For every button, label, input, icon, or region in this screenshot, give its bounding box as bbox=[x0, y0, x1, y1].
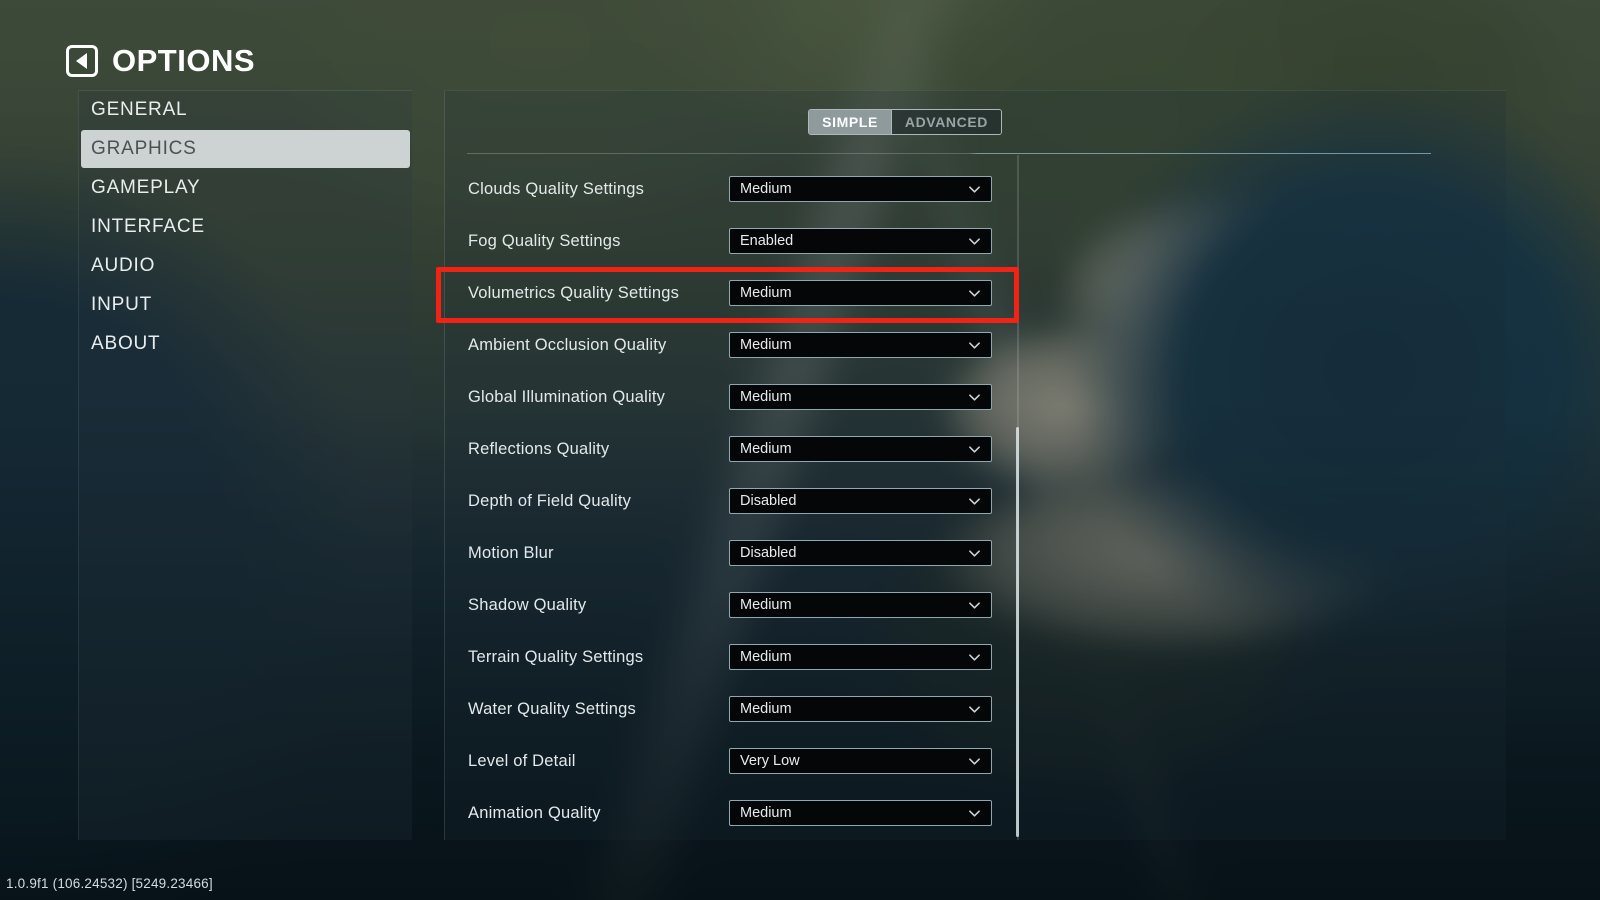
setting-label: Fog Quality Settings bbox=[468, 231, 621, 250]
options-screen: OPTIONS GENERAL GRAPHICS GAMEPLAY INTERF… bbox=[0, 0, 1600, 900]
sidebar-item-input[interactable]: INPUT bbox=[79, 286, 412, 324]
sidebar-item-graphics[interactable]: GRAPHICS bbox=[81, 130, 410, 168]
chevron-down-icon bbox=[968, 391, 981, 404]
dropdown-value: Enabled bbox=[740, 233, 794, 249]
setting-label: Reflections Quality bbox=[468, 439, 610, 458]
setting-row: Animation Quality Medium bbox=[445, 787, 1506, 839]
setting-dropdown[interactable]: Medium bbox=[729, 644, 992, 670]
setting-dropdown[interactable]: Medium bbox=[729, 384, 992, 410]
setting-row: Shadow Quality Medium bbox=[445, 579, 1506, 631]
setting-dropdown[interactable]: Medium bbox=[729, 176, 992, 202]
setting-dropdown[interactable]: Medium bbox=[729, 592, 992, 618]
setting-dropdown[interactable]: Disabled bbox=[729, 488, 992, 514]
mode-toggle-group: SIMPLE ADVANCED bbox=[808, 109, 1002, 135]
dropdown-value: Medium bbox=[740, 337, 792, 353]
dropdown-value: Medium bbox=[740, 649, 792, 665]
chevron-down-icon bbox=[968, 755, 981, 768]
setting-row: Clouds Quality Settings Medium bbox=[445, 163, 1506, 215]
dropdown-value: Medium bbox=[740, 181, 792, 197]
chevron-down-icon bbox=[968, 599, 981, 612]
setting-label: Terrain Quality Settings bbox=[468, 647, 644, 666]
tab-advanced[interactable]: ADVANCED bbox=[891, 110, 1001, 134]
setting-dropdown[interactable]: Medium bbox=[729, 696, 992, 722]
page-header: OPTIONS bbox=[66, 43, 255, 79]
back-triangle-icon bbox=[75, 53, 87, 69]
sidebar-nav: GENERAL GRAPHICS GAMEPLAY INTERFACE AUDI… bbox=[78, 90, 412, 840]
graphics-settings-panel: SIMPLE ADVANCED Clouds Quality Settings M… bbox=[444, 90, 1506, 840]
setting-label: Volumetrics Quality Settings bbox=[468, 283, 680, 302]
setting-dropdown[interactable]: Medium bbox=[729, 800, 992, 826]
dropdown-value: Very Low bbox=[740, 753, 800, 769]
setting-label: Clouds Quality Settings bbox=[468, 179, 645, 198]
dropdown-value: Medium bbox=[740, 701, 792, 717]
setting-label: Motion Blur bbox=[468, 543, 554, 562]
version-label: 1.0.9f1 (106.24532) [5249.23466] bbox=[6, 876, 213, 891]
setting-row: Terrain Quality Settings Medium bbox=[445, 631, 1506, 683]
dropdown-value: Disabled bbox=[740, 493, 797, 509]
dropdown-value: Medium bbox=[740, 805, 792, 821]
setting-dropdown[interactable]: Medium bbox=[729, 436, 992, 462]
sidebar-item-about[interactable]: ABOUT bbox=[79, 325, 412, 363]
dropdown-value: Disabled bbox=[740, 545, 797, 561]
sidebar-item-audio[interactable]: AUDIO bbox=[79, 247, 412, 285]
chevron-down-icon bbox=[968, 287, 981, 300]
chevron-down-icon bbox=[968, 495, 981, 508]
setting-dropdown[interactable]: Disabled bbox=[729, 540, 992, 566]
sidebar-item-gameplay[interactable]: GAMEPLAY bbox=[79, 169, 412, 207]
dropdown-value: Medium bbox=[740, 285, 792, 301]
setting-row: Reflections Quality Medium bbox=[445, 423, 1506, 475]
setting-label: Ambient Occlusion Quality bbox=[468, 335, 667, 354]
setting-row: Global Illumination Quality Medium bbox=[445, 371, 1506, 423]
setting-row: Motion Blur Disabled bbox=[445, 527, 1506, 579]
back-button[interactable] bbox=[66, 45, 98, 77]
chevron-down-icon bbox=[968, 443, 981, 456]
sidebar-item-interface[interactable]: INTERFACE bbox=[79, 208, 412, 246]
setting-label: Animation Quality bbox=[468, 803, 601, 822]
setting-label: Depth of Field Quality bbox=[468, 491, 632, 510]
dropdown-value: Medium bbox=[740, 389, 792, 405]
setting-dropdown[interactable]: Very Low bbox=[729, 748, 992, 774]
sidebar-item-label: ABOUT bbox=[91, 333, 161, 354]
chevron-down-icon bbox=[968, 703, 981, 716]
setting-label: Water Quality Settings bbox=[468, 699, 636, 718]
settings-list: Clouds Quality Settings Medium Fog Quality… bbox=[445, 163, 1506, 839]
setting-dropdown[interactable]: Enabled bbox=[729, 228, 992, 254]
header-divider bbox=[467, 153, 1431, 154]
setting-row: Fog Quality Settings Enabled bbox=[445, 215, 1506, 267]
scrollbar-thumb[interactable] bbox=[1016, 427, 1019, 837]
setting-dropdown[interactable]: Medium bbox=[729, 280, 992, 306]
chevron-down-icon bbox=[968, 547, 981, 560]
chevron-down-icon bbox=[968, 651, 981, 664]
setting-dropdown[interactable]: Medium bbox=[729, 332, 992, 358]
chevron-down-icon bbox=[968, 807, 981, 820]
sidebar-item-label: GAMEPLAY bbox=[91, 177, 201, 198]
setting-row: Volumetrics Quality Settings Medium bbox=[445, 267, 1506, 319]
sidebar-item-label: AUDIO bbox=[91, 255, 156, 276]
setting-label: Level of Detail bbox=[468, 751, 576, 770]
chevron-down-icon bbox=[968, 235, 981, 248]
chevron-down-icon bbox=[968, 183, 981, 196]
chevron-down-icon bbox=[968, 339, 981, 352]
sidebar-item-general[interactable]: GENERAL bbox=[79, 91, 412, 129]
setting-row: Ambient Occlusion Quality Medium bbox=[445, 319, 1506, 371]
page-title: OPTIONS bbox=[112, 43, 256, 78]
setting-row: Water Quality Settings Medium bbox=[445, 683, 1506, 735]
sidebar-item-label: INPUT bbox=[91, 294, 152, 315]
setting-label: Shadow Quality bbox=[468, 595, 587, 614]
setting-row: Level of Detail Very Low bbox=[445, 735, 1506, 787]
tab-simple[interactable]: SIMPLE bbox=[809, 110, 891, 134]
dropdown-value: Medium bbox=[740, 597, 792, 613]
setting-row: Depth of Field Quality Disabled bbox=[445, 475, 1506, 527]
sidebar-item-label: GRAPHICS bbox=[91, 138, 197, 159]
sidebar-item-label: INTERFACE bbox=[91, 216, 205, 237]
sidebar-item-label: GENERAL bbox=[91, 99, 188, 120]
dropdown-value: Medium bbox=[740, 441, 792, 457]
setting-label: Global Illumination Quality bbox=[468, 387, 666, 406]
